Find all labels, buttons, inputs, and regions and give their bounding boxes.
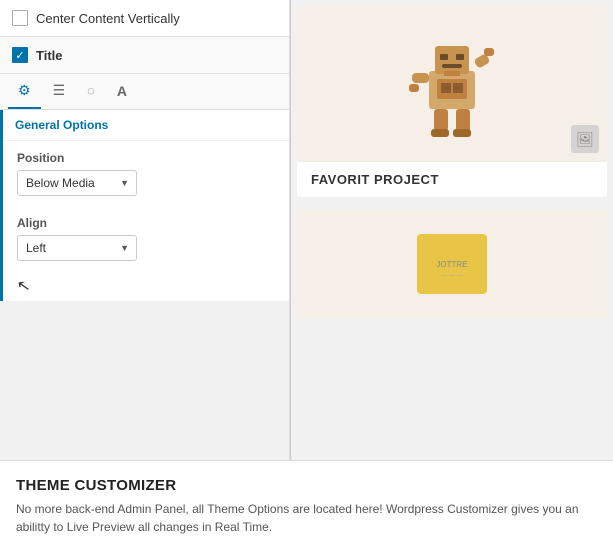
- robot-illustration: [407, 26, 497, 141]
- left-panel: Center Content Vertically ✓ Title ⚙ ☰ ◌ …: [0, 0, 290, 460]
- position-label: Position: [17, 151, 275, 165]
- bottom-title: THEME CUSTOMIZER: [16, 477, 597, 494]
- align-select-wrapper: Left Center Right: [17, 235, 137, 261]
- center-content-checkbox[interactable]: [12, 10, 28, 26]
- image-icon: 🖼: [571, 125, 599, 153]
- bottom-section: THEME CUSTOMIZER No more back-end Admin …: [0, 460, 613, 550]
- center-content-row: Center Content Vertically: [0, 0, 289, 37]
- position-select[interactable]: Below Media Above Media Overlay: [17, 170, 137, 196]
- project-card-1: 🖼 FAVORIT PROJECT: [297, 6, 607, 197]
- title-row: ✓ Title: [0, 37, 289, 74]
- tab-font[interactable]: A: [107, 74, 137, 109]
- tab-border[interactable]: ◌: [77, 74, 105, 109]
- right-panel: 🖼 FAVORIT PROJECT JOTTRE — — —: [291, 0, 613, 460]
- card1-title-area: FAVORIT PROJECT: [297, 161, 607, 197]
- align-group: Align Left Center Right: [3, 206, 289, 271]
- position-group: Position Below Media Above Media Overlay: [3, 141, 289, 206]
- title-label: Title: [36, 48, 63, 63]
- title-checkbox[interactable]: ✓: [12, 47, 28, 63]
- title-section: ✓ Title ⚙ ☰ ◌ A General Options Position: [0, 37, 289, 301]
- general-options-label: General Options: [3, 110, 289, 141]
- cursor-icon: ↖: [15, 275, 32, 297]
- cursor-area: ↖: [3, 271, 289, 301]
- card1-image: 🖼: [297, 6, 607, 161]
- bottom-description: No more back-end Admin Panel, all Theme …: [16, 500, 597, 536]
- tab-settings[interactable]: ⚙: [8, 74, 41, 109]
- project-card-2: JOTTRE — — —: [297, 209, 607, 319]
- svg-text:— — —: — — —: [441, 273, 462, 279]
- card1-title: FAVORIT PROJECT: [311, 172, 439, 187]
- align-label: Align: [17, 216, 275, 230]
- align-select[interactable]: Left Center Right: [17, 235, 137, 261]
- card2-illustration: JOTTRE — — —: [412, 229, 492, 299]
- card2-image: JOTTRE — — —: [297, 209, 607, 319]
- options-panel: General Options Position Below Media Abo…: [0, 110, 289, 301]
- center-content-label: Center Content Vertically: [36, 11, 180, 26]
- tabs-bar: ⚙ ☰ ◌ A: [0, 74, 289, 110]
- svg-text:JOTTRE: JOTTRE: [436, 260, 467, 269]
- position-select-wrapper: Below Media Above Media Overlay: [17, 170, 137, 196]
- tab-align[interactable]: ☰: [43, 74, 76, 109]
